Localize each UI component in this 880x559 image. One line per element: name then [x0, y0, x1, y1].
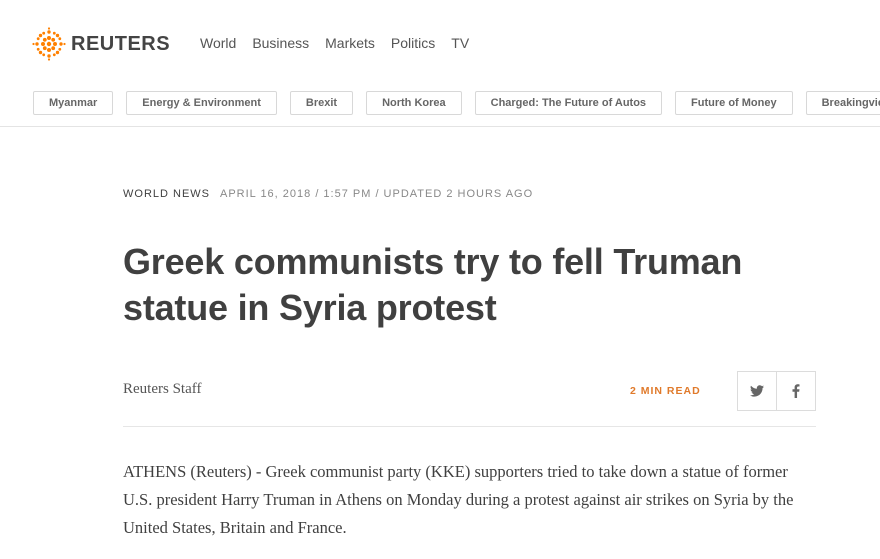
headline: Greek communists try to fell Truman stat…	[123, 241, 743, 328]
site-header: REUTERS World Business Markets Politics …	[0, 0, 880, 88]
main-nav: World Business Markets Politics TV	[200, 35, 485, 51]
pill-myanmar[interactable]: Myanmar	[33, 91, 114, 115]
pill-charged-future-of-autos[interactable]: Charged: The Future of Autos	[474, 91, 663, 115]
share-buttons	[737, 371, 816, 411]
article-kicker: World News APRIL 16, 2018 / 1:57 PM / UPD…	[123, 186, 816, 202]
pill-energy-environment[interactable]: Energy & Environment	[126, 91, 277, 115]
brand-name: REUTERS	[71, 32, 171, 55]
pill-north-korea[interactable]: North Korea	[366, 91, 462, 115]
byline-divider	[123, 426, 816, 427]
nav-markets[interactable]: Markets	[325, 35, 375, 51]
nav-world[interactable]: World	[200, 35, 236, 51]
header-divider	[0, 126, 880, 127]
pill-future-of-money[interactable]: Future of Money	[675, 91, 793, 115]
facebook-icon	[792, 384, 800, 398]
article: World News APRIL 16, 2018 / 1:57 PM / UPD…	[123, 186, 816, 559]
facebook-share-button[interactable]	[777, 371, 816, 411]
nav-politics[interactable]: Politics	[391, 35, 435, 51]
dateline: APRIL 16, 2018 / 1:57 PM / UPDATED 2 HOU…	[220, 188, 534, 200]
byline-row: Reuters Staff 2 MIN READ	[123, 371, 816, 411]
nav-business[interactable]: Business	[252, 35, 309, 51]
reuters-logo-icon	[32, 27, 66, 61]
reuters-logo[interactable]: REUTERS	[32, 27, 170, 61]
read-time: 2 MIN READ	[630, 385, 701, 397]
pill-breakingviews[interactable]: Breakingviews	[805, 91, 880, 115]
topic-pills: Myanmar Energy & Environment Brexit Nort…	[33, 91, 880, 115]
twitter-share-button[interactable]	[737, 371, 777, 411]
section-link[interactable]: World News	[123, 188, 210, 200]
pill-brexit[interactable]: Brexit	[289, 91, 354, 115]
twitter-icon	[750, 385, 764, 397]
nav-tv[interactable]: TV	[451, 35, 469, 51]
author[interactable]: Reuters Staff	[123, 381, 201, 398]
article-body-paragraph: ATHENS (Reuters) - Greek communist party…	[123, 462, 794, 537]
